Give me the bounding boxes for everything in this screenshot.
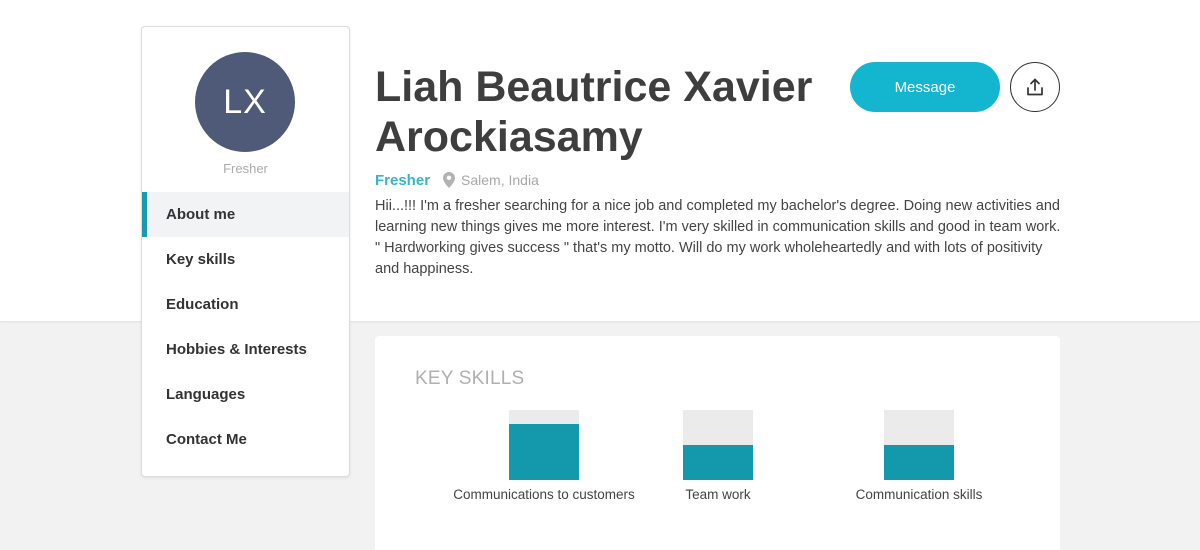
profile-sidebar: LX Fresher About me Key skills Education… <box>141 26 350 477</box>
skill-item: Communication skills <box>824 410 1014 503</box>
share-icon <box>1027 78 1043 96</box>
sidebar-item-key-skills[interactable]: Key skills <box>142 237 349 282</box>
skill-meter <box>683 410 753 480</box>
profile-role: Fresher <box>375 171 431 189</box>
location-pin-icon <box>443 172 456 188</box>
skill-meter-fill <box>884 445 954 480</box>
sidebar-item-hobbies-interests[interactable]: Hobbies & Interests <box>142 327 349 372</box>
avatar-role: Fresher <box>223 161 268 176</box>
profile-location: Salem, India <box>461 172 539 188</box>
skill-label: Team work <box>685 487 751 502</box>
sidebar-item-about-me[interactable]: About me <box>142 192 349 237</box>
key-skills-title: KEY SKILLS <box>415 368 525 389</box>
sidebar-item-contact-me[interactable]: Contact Me <box>142 417 349 462</box>
skill-meter-fill <box>509 424 579 480</box>
sidebar-item-languages[interactable]: Languages <box>142 372 349 417</box>
message-button[interactable]: Message <box>850 62 1000 112</box>
skill-label: Communication skills <box>855 487 983 502</box>
skill-meter <box>884 410 954 480</box>
avatar: LX <box>195 52 295 152</box>
profile-name: Liah Beautrice Xavier Arockiasamy <box>375 63 813 161</box>
share-button[interactable] <box>1010 62 1060 112</box>
skill-item: Communications to customers <box>449 410 639 503</box>
sidebar-nav: About me Key skills Education Hobbies & … <box>142 192 349 462</box>
skill-label: Communications to customers <box>453 487 635 502</box>
skill-meter <box>509 410 579 480</box>
profile-meta: Fresher Salem, India <box>375 170 539 190</box>
skill-meter-fill <box>683 445 753 480</box>
about-text: Hii...!!! I'm a fresher searching for a … <box>375 198 1061 277</box>
skill-item: Team work <box>623 410 813 503</box>
key-skills-card: KEY SKILLS Communications to customers T… <box>375 336 1060 550</box>
sidebar-item-education[interactable]: Education <box>142 282 349 327</box>
